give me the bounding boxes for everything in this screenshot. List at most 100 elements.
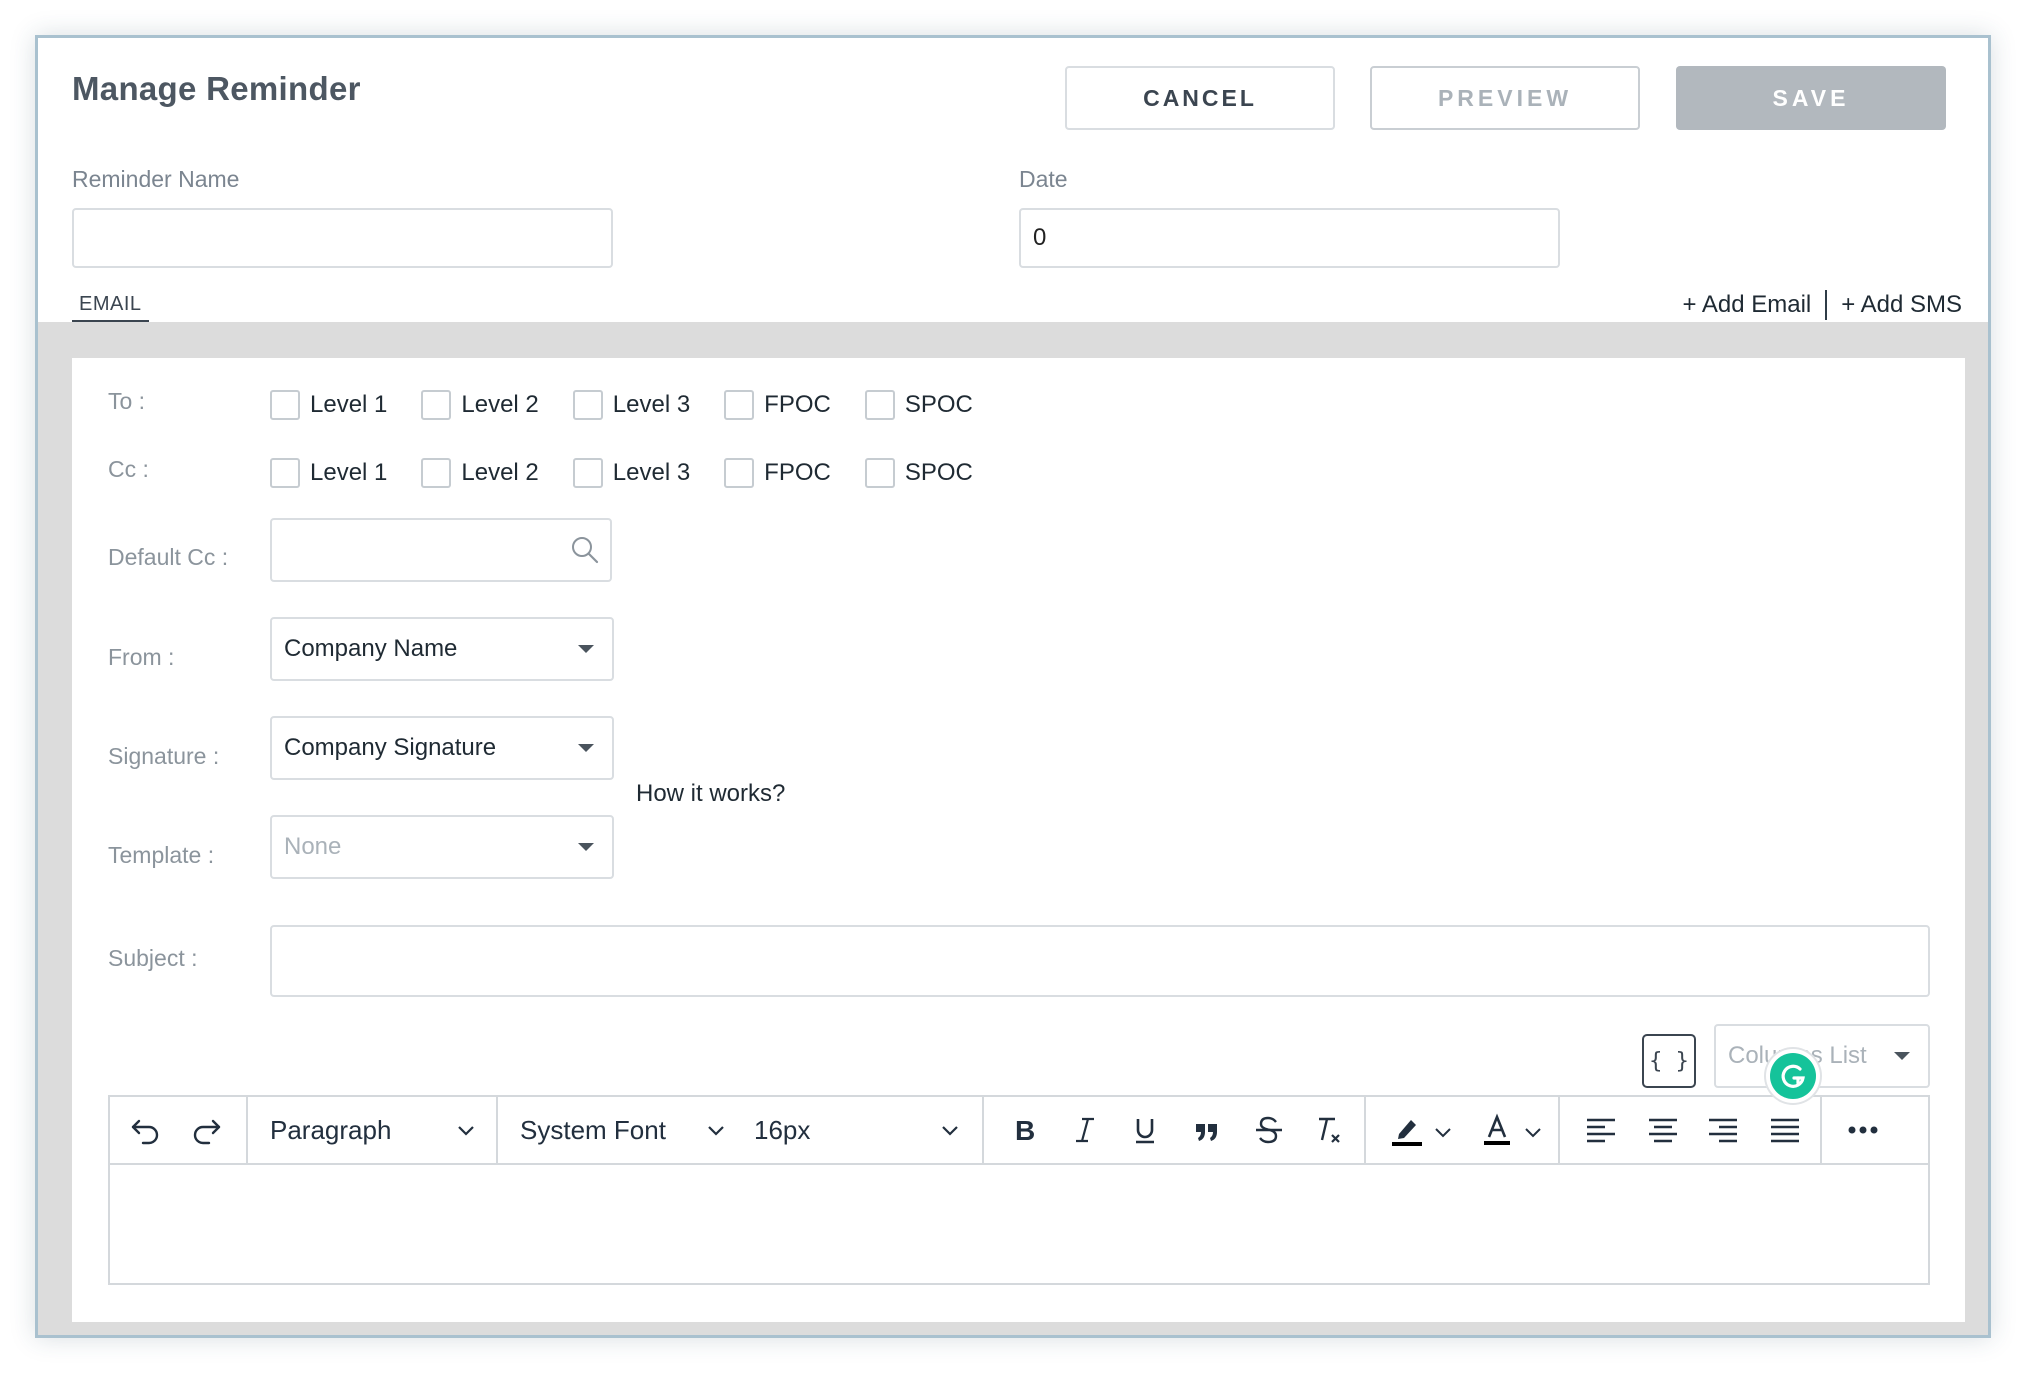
- checkbox[interactable]: [864, 458, 895, 488]
- checkbox-label: SPOC: [904, 459, 973, 486]
- checkbox-label: Level 3: [612, 391, 691, 418]
- checkbox[interactable]: [864, 390, 895, 420]
- search-icon: [572, 537, 599, 564]
- align-center-icon[interactable]: [1640, 1107, 1686, 1153]
- email-panel: To : Level 1 Level 2 Level 3 FPOC SPOC C…: [72, 358, 1965, 1322]
- save-button[interactable]: SAVE: [1676, 66, 1946, 130]
- cancel-button[interactable]: CANCEL: [1065, 66, 1335, 130]
- checkbox-label: Level 1: [310, 391, 388, 418]
- checkbox[interactable]: [270, 458, 300, 488]
- toolbar-divider: [496, 1097, 498, 1163]
- from-select-value: Company Name: [284, 635, 458, 662]
- cc-level-1-option[interactable]: Level 1: [270, 458, 387, 488]
- dialog-title: Manage Reminder: [72, 70, 361, 107]
- to-level-3-option[interactable]: Level 3: [572, 390, 691, 420]
- add-sms-link[interactable]: + Add SMS: [1841, 291, 1962, 319]
- to-fpoc-option[interactable]: FPOC: [724, 390, 831, 420]
- chevron-down-icon: [458, 1126, 474, 1136]
- template-select-value: None: [284, 833, 342, 860]
- chevron-down-icon[interactable]: [1434, 1127, 1452, 1138]
- signature-select-value: Company Signature: [284, 734, 497, 761]
- tab-email[interactable]: EMAIL: [72, 293, 149, 324]
- more-icon[interactable]: [1838, 1107, 1888, 1153]
- columns-list-select[interactable]: Columns List: [1714, 1024, 1930, 1088]
- caret-down-icon: [1894, 1052, 1910, 1060]
- toolbar-divider: [1364, 1097, 1366, 1163]
- checkbox-label: Level 3: [612, 459, 691, 486]
- how-it-works-link[interactable]: How it works?: [636, 780, 785, 808]
- font-family-select[interactable]: System Font: [520, 1097, 666, 1163]
- bold-icon[interactable]: B: [1002, 1107, 1048, 1153]
- text-color-icon[interactable]: [1472, 1107, 1522, 1153]
- template-label: Template :: [108, 842, 215, 868]
- chevron-down-icon[interactable]: [1524, 1127, 1542, 1138]
- blockquote-icon[interactable]: [1184, 1107, 1230, 1153]
- checkbox[interactable]: [421, 458, 452, 488]
- caret-down-icon: [578, 843, 594, 851]
- italic-icon[interactable]: [1062, 1107, 1108, 1153]
- default-cc-search-input[interactable]: [270, 518, 612, 582]
- font-size-select[interactable]: 16px: [754, 1097, 810, 1163]
- cc-label: Cc :: [108, 456, 149, 482]
- redo-icon[interactable]: [184, 1107, 228, 1153]
- align-justify-icon[interactable]: [1762, 1107, 1808, 1153]
- toolbar-divider: [1820, 1097, 1822, 1163]
- underline-icon[interactable]: [1122, 1107, 1168, 1153]
- cc-level-2-option[interactable]: Level 2: [421, 458, 539, 488]
- to-level-2-option[interactable]: Level 2: [421, 390, 539, 420]
- add-email-link[interactable]: + Add Email: [1683, 291, 1812, 319]
- caret-down-icon: [578, 645, 594, 653]
- editor-content-area[interactable]: [110, 1165, 1928, 1283]
- checkbox[interactable]: [724, 390, 755, 420]
- highlight-color-icon[interactable]: [1382, 1107, 1432, 1153]
- strikethrough-icon[interactable]: [1246, 1107, 1292, 1153]
- toolbar-divider: [246, 1097, 248, 1163]
- checkbox-label: Level 1: [310, 459, 388, 486]
- chevron-down-icon: [942, 1126, 958, 1136]
- align-right-icon[interactable]: [1700, 1107, 1746, 1153]
- checkbox[interactable]: [270, 390, 300, 420]
- checkbox-label: Level 2: [461, 459, 539, 486]
- signature-select[interactable]: Company Signature: [270, 716, 614, 780]
- cc-fpoc-option[interactable]: FPOC: [724, 458, 831, 488]
- default-cc-label: Default Cc :: [108, 544, 229, 570]
- caret-down-icon: [578, 744, 594, 752]
- checkbox-label: FPOC: [764, 459, 831, 486]
- date-input[interactable]: [1019, 208, 1560, 268]
- link-divider: [1825, 290, 1828, 320]
- clear-format-icon[interactable]: [1306, 1107, 1352, 1153]
- checkbox[interactable]: [572, 390, 603, 420]
- grammarly-icon[interactable]: [1770, 1053, 1816, 1099]
- svg-text:B: B: [1015, 1115, 1035, 1145]
- checkbox-label: FPOC: [764, 391, 831, 418]
- to-label: To :: [108, 388, 146, 414]
- checkbox[interactable]: [421, 390, 452, 420]
- cc-spoc-option[interactable]: SPOC: [864, 458, 973, 488]
- manage-reminder-dialog: Manage Reminder CANCEL PREVIEW SAVE Remi…: [35, 35, 1991, 1338]
- date-label: Date: [1019, 166, 1068, 192]
- checkbox-label: Level 2: [461, 391, 539, 418]
- from-select[interactable]: Company Name: [270, 617, 614, 681]
- reminder-name-label: Reminder Name: [72, 166, 240, 192]
- add-channel-links: + Add Email + Add SMS: [1683, 290, 1962, 320]
- cc-checkbox-group: Level 1 Level 2 Level 3 FPOC SPOC: [270, 456, 1007, 490]
- template-select[interactable]: None: [270, 815, 614, 879]
- rich-text-editor: Paragraph System Font 16px B: [108, 1095, 1930, 1285]
- reminder-name-input[interactable]: [72, 208, 613, 268]
- undo-icon[interactable]: [124, 1107, 168, 1153]
- checkbox[interactable]: [724, 458, 755, 488]
- toolbar-divider: [982, 1097, 984, 1163]
- subject-input[interactable]: [270, 925, 1930, 997]
- preview-button[interactable]: PREVIEW: [1370, 66, 1640, 130]
- to-level-1-option[interactable]: Level 1: [270, 390, 387, 420]
- from-label: From :: [108, 644, 175, 670]
- insert-placeholder-button[interactable]: { }: [1642, 1034, 1696, 1088]
- align-left-icon[interactable]: [1578, 1107, 1624, 1153]
- subject-label: Subject :: [108, 945, 198, 971]
- to-checkbox-group: Level 1 Level 2 Level 3 FPOC SPOC: [270, 388, 1007, 422]
- signature-label: Signature :: [108, 743, 220, 769]
- block-format-select[interactable]: Paragraph: [270, 1097, 391, 1163]
- to-spoc-option[interactable]: SPOC: [864, 390, 973, 420]
- checkbox[interactable]: [572, 458, 603, 488]
- cc-level-3-option[interactable]: Level 3: [572, 458, 691, 488]
